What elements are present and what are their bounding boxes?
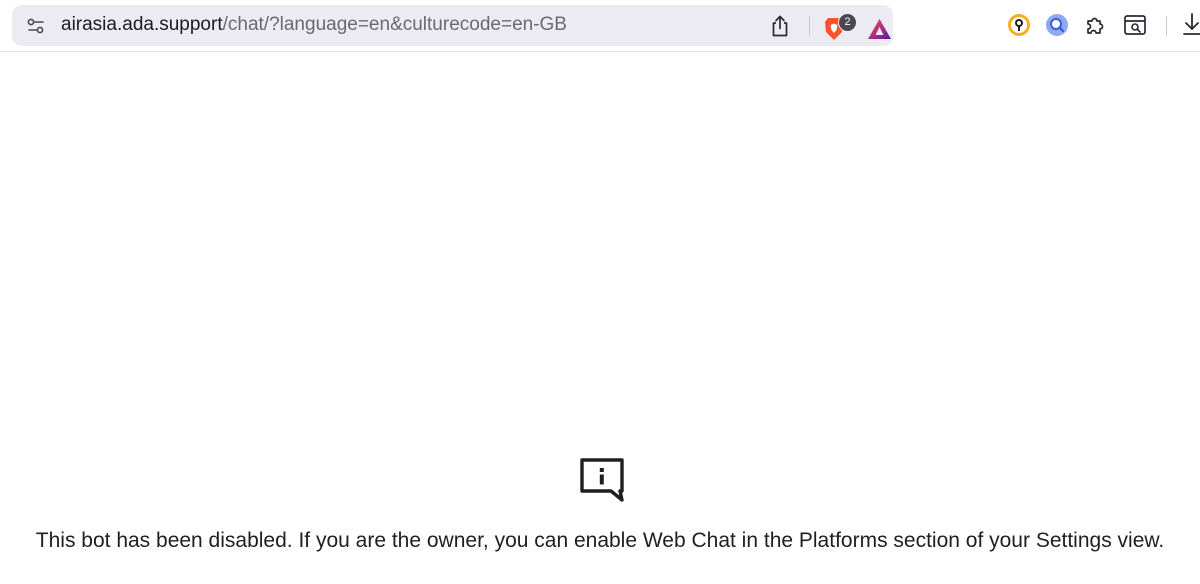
- address-bar[interactable]: airasia.ada.support/chat/?language=en&cu…: [12, 5, 893, 46]
- browser-toolbar: airasia.ada.support/chat/?language=en&cu…: [0, 0, 1200, 52]
- info-chat-icon: [578, 456, 626, 504]
- address-bar-divider: [809, 16, 810, 36]
- keychain-extension-icon[interactable]: [1007, 13, 1031, 37]
- reader-view-icon[interactable]: [1123, 13, 1147, 37]
- extensions-puzzle-icon[interactable]: [1084, 13, 1108, 37]
- site-settings-icon[interactable]: [26, 16, 46, 36]
- shields-count-badge: 2: [838, 13, 857, 32]
- page-content: This bot has been disabled. If you are t…: [0, 52, 1200, 584]
- search-extension-icon[interactable]: [1045, 13, 1069, 37]
- url-path: /chat/?language=en&culturecode=en-GB: [222, 14, 567, 35]
- download-icon[interactable]: [1182, 12, 1200, 38]
- disabled-message: This bot has been disabled. If you are t…: [35, 529, 1165, 552]
- toolbar-divider: [1166, 16, 1167, 36]
- url-text[interactable]: airasia.ada.support/chat/?language=en&cu…: [61, 14, 567, 36]
- brave-rewards-icon[interactable]: [867, 18, 892, 40]
- url-host: airasia.ada.support: [61, 14, 223, 35]
- share-icon[interactable]: [769, 14, 791, 38]
